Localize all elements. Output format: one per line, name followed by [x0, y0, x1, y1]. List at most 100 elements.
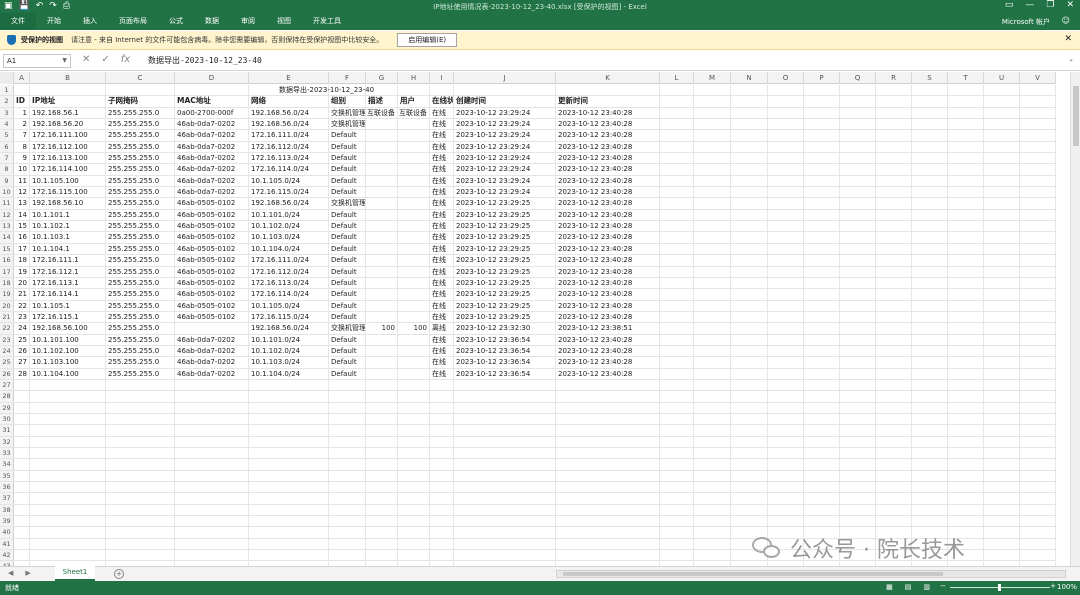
cell[interactable] — [454, 550, 556, 561]
cell[interactable] — [912, 323, 948, 334]
cell[interactable] — [366, 493, 398, 504]
cell[interactable] — [175, 413, 249, 425]
cell[interactable] — [840, 413, 876, 425]
cell[interactable]: 2023-10-12 23:40:28 — [556, 153, 660, 164]
cell[interactable] — [694, 504, 731, 516]
cell[interactable] — [731, 119, 768, 130]
cell[interactable] — [694, 243, 731, 255]
cell[interactable]: 2023-10-12 23:29:25 — [454, 300, 556, 311]
cell[interactable] — [694, 368, 731, 379]
cell[interactable] — [398, 368, 430, 379]
cell[interactable] — [912, 413, 948, 425]
cell[interactable] — [876, 413, 912, 425]
cell[interactable]: 2023-10-12 23:40:28 — [556, 232, 660, 243]
cell[interactable] — [948, 209, 984, 221]
cell[interactable]: 192.168.56.20 — [30, 119, 106, 130]
cell[interactable] — [430, 550, 454, 561]
cell[interactable] — [30, 470, 106, 482]
row-header[interactable]: 2 — [0, 96, 14, 107]
cell[interactable] — [694, 232, 731, 243]
cell[interactable] — [948, 334, 984, 345]
cell[interactable] — [175, 379, 249, 391]
cell[interactable] — [768, 459, 804, 470]
cell[interactable]: 10.1.104.1 — [30, 243, 106, 255]
cell[interactable] — [768, 357, 804, 368]
cell[interactable] — [768, 482, 804, 493]
cell[interactable] — [912, 470, 948, 482]
cell[interactable] — [366, 300, 398, 311]
cell[interactable] — [660, 357, 694, 368]
cell[interactable]: Default — [329, 130, 366, 141]
cell[interactable] — [912, 504, 948, 516]
cell[interactable] — [694, 379, 731, 391]
cell[interactable] — [14, 448, 30, 459]
cell[interactable] — [984, 413, 1020, 425]
cell[interactable] — [30, 538, 106, 550]
cell[interactable] — [912, 153, 948, 164]
cell[interactable]: 子网掩码 — [106, 96, 175, 107]
cell[interactable] — [984, 504, 1020, 516]
cell[interactable] — [398, 379, 430, 391]
cell[interactable]: 互联设备 — [398, 107, 430, 119]
cell[interactable] — [454, 413, 556, 425]
cell[interactable] — [366, 345, 398, 357]
cell[interactable] — [984, 334, 1020, 345]
column-header[interactable]: V — [1020, 72, 1056, 84]
cell[interactable]: 2023-10-12 23:40:28 — [556, 243, 660, 255]
cell[interactable] — [768, 243, 804, 255]
cell[interactable] — [454, 448, 556, 459]
cell[interactable] — [804, 209, 840, 221]
cell[interactable] — [876, 334, 912, 345]
cell[interactable]: 255.255.255.0 — [106, 198, 175, 209]
cell[interactable] — [660, 538, 694, 550]
cell[interactable]: 46ab-0da7-0202 — [175, 130, 249, 141]
cell[interactable]: 用户 — [398, 96, 430, 107]
cell[interactable] — [366, 357, 398, 368]
cell[interactable] — [430, 379, 454, 391]
cell[interactable] — [14, 402, 30, 413]
cell[interactable]: 17 — [14, 243, 30, 255]
cell[interactable] — [731, 277, 768, 289]
restore-icon[interactable]: ❐ — [1046, 0, 1054, 10]
cell[interactable] — [984, 107, 1020, 119]
cell[interactable]: 2023-10-12 23:40:28 — [556, 141, 660, 153]
cell[interactable] — [366, 311, 398, 323]
cell[interactable] — [804, 289, 840, 300]
cell[interactable] — [984, 232, 1020, 243]
cell[interactable] — [30, 482, 106, 493]
cell[interactable] — [694, 516, 731, 527]
cell[interactable] — [249, 413, 329, 425]
minimize-icon[interactable]: — — [1025, 0, 1034, 10]
cell[interactable] — [731, 459, 768, 470]
cell[interactable] — [768, 175, 804, 187]
cell[interactable]: 10.1.103.0/24 — [249, 232, 329, 243]
cell[interactable] — [30, 550, 106, 561]
cell[interactable] — [430, 402, 454, 413]
cell[interactable]: 172.16.113.0/24 — [249, 277, 329, 289]
cell[interactable] — [660, 107, 694, 119]
cell[interactable] — [912, 402, 948, 413]
cell[interactable] — [876, 119, 912, 130]
cell[interactable]: 172.16.114.0/24 — [249, 164, 329, 175]
cell[interactable] — [175, 436, 249, 447]
cell[interactable] — [948, 357, 984, 368]
cell[interactable] — [912, 266, 948, 277]
cell[interactable] — [912, 107, 948, 119]
cell[interactable] — [876, 130, 912, 141]
cell[interactable] — [731, 482, 768, 493]
cell[interactable]: Default — [329, 243, 366, 255]
cell[interactable]: 2023-10-12 23:29:25 — [454, 255, 556, 266]
cell[interactable] — [731, 357, 768, 368]
cell[interactable]: 46ab-0da7-0202 — [175, 345, 249, 357]
cell[interactable] — [454, 391, 556, 402]
cell[interactable] — [984, 368, 1020, 379]
cell[interactable] — [366, 470, 398, 482]
cell[interactable] — [329, 516, 366, 527]
cell[interactable] — [768, 255, 804, 266]
cell[interactable] — [876, 266, 912, 277]
cell[interactable] — [398, 448, 430, 459]
cell[interactable] — [840, 379, 876, 391]
cell[interactable] — [694, 107, 731, 119]
cell[interactable] — [840, 402, 876, 413]
cell[interactable] — [329, 550, 366, 561]
